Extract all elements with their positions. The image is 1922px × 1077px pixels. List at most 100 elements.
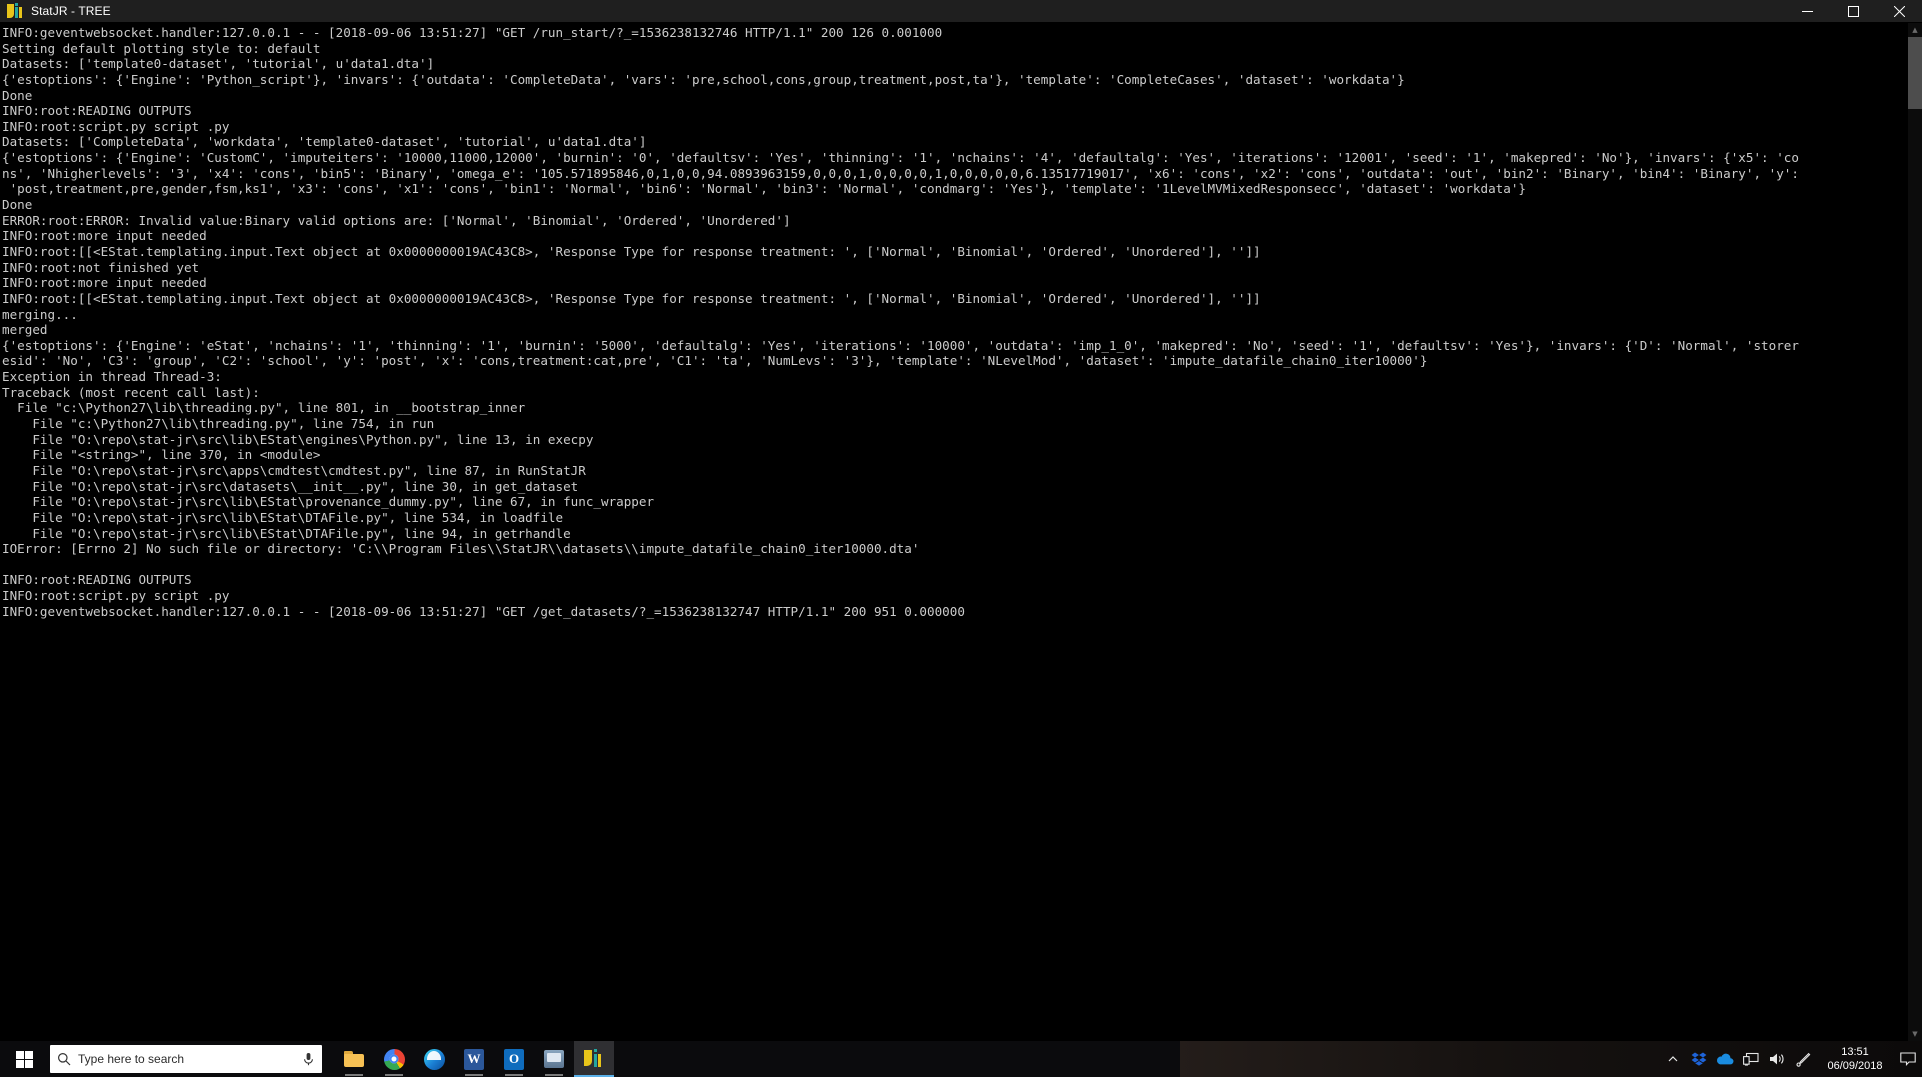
running-indicator [385, 1074, 403, 1076]
windows-start-icon [15, 1050, 33, 1068]
console-output[interactable]: INFO:geventwebsocket.handler:127.0.0.1 -… [0, 23, 1908, 1041]
console-line: ERROR:root:ERROR: Invalid value:Binary v… [2, 212, 791, 228]
console-line: INFO:root:[[<EStat.templating.input.Text… [2, 243, 1261, 259]
windows-taskbar: Type here to search W O 13:51 06/09/2018 [0, 1041, 1922, 1077]
minimize-button[interactable] [1784, 0, 1830, 22]
speaker-icon [1769, 1053, 1783, 1065]
running-indicator [465, 1074, 483, 1076]
system-tray: 13:51 06/09/2018 [1660, 1041, 1922, 1077]
chevron-up-icon [1668, 1056, 1678, 1062]
taskbar-clock[interactable]: 13:51 06/09/2018 [1816, 1041, 1894, 1077]
console-line: Datasets: ['CompleteData', 'workdata', '… [2, 134, 647, 150]
pen-icon [1795, 1052, 1810, 1067]
volume-tray-icon[interactable] [1764, 1041, 1790, 1077]
console-line: File "O:\repo\stat-jr\src\lib\EStat\DTAF… [2, 525, 571, 541]
console-line: INFO:root:more input needed [2, 275, 207, 291]
dropbox-icon [1691, 1052, 1707, 1066]
start-button[interactable] [0, 1041, 48, 1077]
console-line: File "c:\Python27\lib\threading.py", lin… [2, 400, 526, 416]
console-line: Done [2, 197, 33, 213]
taskbar-apps: W O [334, 1041, 614, 1077]
taskbar-app-microsoft-edge[interactable] [414, 1041, 454, 1077]
console-line: INFO:root:more input needed [2, 228, 207, 244]
taskbar-app-microsoft-word[interactable]: W [454, 1041, 494, 1077]
taskbar-app-microsoft-outlook[interactable]: O [494, 1041, 534, 1077]
console-line: File "c:\Python27\lib\threading.py", lin… [2, 416, 435, 432]
clock-time: 13:51 [1841, 1046, 1869, 1058]
console-line: INFO:root:script.py script .py [2, 588, 230, 604]
edge-icon [423, 1048, 445, 1070]
network-tray-icon[interactable] [1738, 1041, 1764, 1077]
console-line: Setting default plotting style to: defau… [2, 40, 321, 56]
statjr-console-window: StatJR - TREE INFO:geventwebsocket.handl… [0, 0, 1922, 1041]
window-title: StatJR - TREE [31, 4, 111, 18]
running-indicator [345, 1074, 363, 1076]
notification-icon [1900, 1052, 1916, 1066]
taskbar-app-statjr[interactable] [574, 1041, 614, 1077]
console-line: ns', 'Nhigherlevels': '3', 'x4': 'cons',… [2, 165, 1799, 181]
pen-tray-icon[interactable] [1790, 1041, 1816, 1077]
console-line: IOError: [Errno 2] No such file or direc… [2, 541, 920, 557]
search-icon [50, 1052, 78, 1066]
console-line: Done [2, 87, 33, 103]
chrome-icon [383, 1048, 405, 1070]
statjr-icon [584, 1049, 604, 1067]
clock-date: 06/09/2018 [1827, 1060, 1883, 1072]
console-line: {'estoptions': {'Engine': 'CustomC', 'im… [2, 150, 1799, 166]
running-indicator [545, 1074, 563, 1076]
show-hidden-icons-button[interactable] [1660, 1041, 1686, 1077]
console-line: esid': 'No', 'C3': 'group', 'C2': 'schoo… [2, 353, 1428, 369]
console-line: Traceback (most recent call last): [2, 384, 260, 400]
console-line: {'estoptions': {'Engine': 'Python_script… [2, 71, 1405, 87]
app-window-icon [544, 1050, 564, 1068]
taskbar-app-file-explorer[interactable] [334, 1041, 374, 1077]
console-line: Datasets: ['template0-dataset', 'tutoria… [2, 56, 435, 72]
console-area: INFO:geventwebsocket.handler:127.0.0.1 -… [0, 23, 1922, 1041]
onedrive-tray-icon[interactable] [1712, 1041, 1738, 1077]
scroll-up-icon[interactable]: ▲ [1908, 23, 1922, 37]
maximize-icon [1847, 5, 1859, 17]
console-line: INFO:geventwebsocket.handler:127.0.0.1 -… [2, 25, 943, 40]
console-line: {'estoptions': {'Engine': 'eStat', 'ncha… [2, 337, 1799, 353]
console-line: INFO:root:[[<EStat.templating.input.Text… [2, 290, 1261, 306]
console-line: File "O:\repo\stat-jr\src\datasets\__ini… [2, 478, 579, 494]
close-button[interactable] [1876, 0, 1922, 22]
console-line: INFO:root:READING OUTPUTS [2, 572, 192, 588]
cloud-icon [1716, 1053, 1734, 1065]
dropbox-tray-icon[interactable] [1686, 1041, 1712, 1077]
maximize-button[interactable] [1830, 0, 1876, 22]
console-line: INFO:root:READING OUTPUTS [2, 103, 192, 119]
console-line: INFO:geventwebsocket.handler:127.0.0.1 -… [2, 603, 965, 619]
console-line: merging... [2, 306, 78, 322]
search-input[interactable]: Type here to search [78, 1052, 294, 1066]
taskbar-app-google-chrome[interactable] [374, 1041, 414, 1077]
close-icon [1893, 5, 1905, 17]
folder-icon [344, 1051, 364, 1067]
console-scrollbar[interactable]: ▲ ▼ [1908, 23, 1922, 1041]
console-line: File "O:\repo\stat-jr\src\apps\cmdtest\c… [2, 462, 586, 478]
window-controls [1784, 0, 1922, 22]
console-line: INFO:root:script.py script .py [2, 118, 230, 134]
scrollbar-thumb[interactable] [1908, 37, 1922, 109]
minimize-icon [1801, 10, 1813, 12]
microphone-icon[interactable] [294, 1052, 322, 1066]
console-line: File "O:\repo\stat-jr\src\lib\EStat\DTAF… [2, 509, 564, 525]
console-line: File "<string>", line 370, in <module> [2, 447, 321, 463]
outlook-icon: O [504, 1048, 524, 1070]
console-line: File "O:\repo\stat-jr\src\lib\EStat\engi… [2, 431, 594, 447]
console-line: 'post,treatment,pre,gender,fsm,ks1', 'x3… [2, 181, 1526, 197]
running-indicator [505, 1074, 523, 1076]
action-center-button[interactable] [1894, 1041, 1922, 1077]
console-line: File "O:\repo\stat-jr\src\lib\EStat\prov… [2, 494, 655, 510]
console-line: INFO:root:not finished yet [2, 259, 200, 275]
scroll-down-icon[interactable]: ▼ [1908, 1027, 1922, 1041]
monitor-network-icon [1743, 1052, 1759, 1066]
console-line: merged [2, 322, 48, 338]
window-titlebar[interactable]: StatJR - TREE [0, 0, 1922, 23]
taskbar-search[interactable]: Type here to search [50, 1045, 322, 1073]
word-icon: W [464, 1048, 484, 1070]
console-line: Exception in thread Thread-3: [2, 369, 222, 385]
taskbar-app-remote-desktop[interactable] [534, 1041, 574, 1077]
statjr-icon [7, 3, 23, 19]
